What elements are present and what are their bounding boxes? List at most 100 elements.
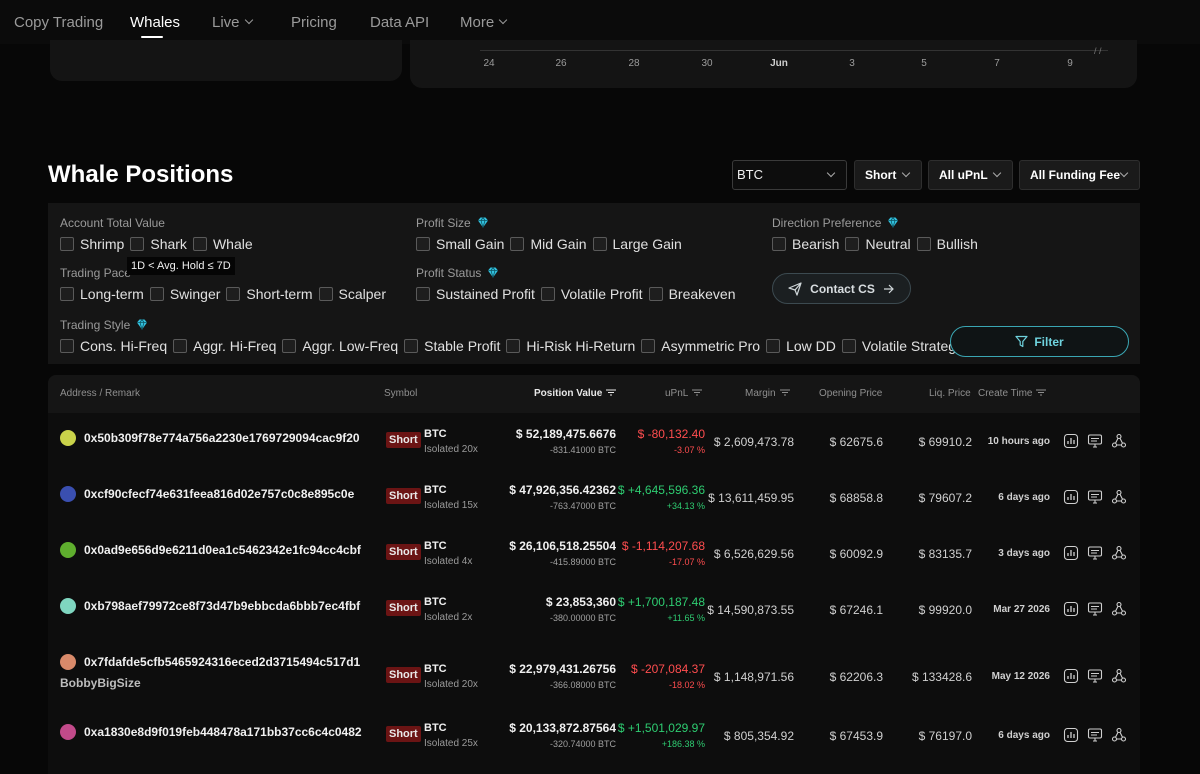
checkbox-mid-gain[interactable]: Mid Gain	[510, 236, 587, 252]
column-position-value[interactable]: Position Value	[534, 388, 617, 399]
checkbox-cons-hi-freq[interactable]: Cons. Hi-Freq	[60, 338, 167, 354]
chart-icon[interactable]	[1063, 433, 1079, 449]
nav-data-api[interactable]: Data API	[370, 14, 429, 31]
checkbox-stable-profit[interactable]: Stable Profit	[404, 338, 500, 354]
checkbox-aggr-hi-freq[interactable]: Aggr. Hi-Freq	[173, 338, 276, 354]
checkbox-volatile-profit[interactable]: Volatile Profit	[540, 286, 643, 302]
checkbox-box[interactable]	[506, 339, 521, 353]
table-row[interactable]: 0xb798aef79972ce8f73d47b9ebbcda6bbb7ec4f…	[48, 582, 1140, 638]
checkbox-low-dd[interactable]: Low DD	[766, 338, 836, 354]
chart-icon[interactable]	[1063, 727, 1079, 743]
checkbox-volatile-strategy[interactable]: Volatile Strategy	[841, 338, 963, 354]
wallet-address[interactable]: 0x0ad9e656d9e6211d0ea1c5462342e1fc94cc4c…	[84, 543, 361, 557]
checkbox-asymmetric-pro[interactable]: Asymmetric Pro	[641, 338, 760, 354]
chart-icon[interactable]	[1063, 489, 1079, 505]
checkbox-box[interactable]	[845, 237, 860, 251]
chevron-down-icon	[244, 15, 253, 25]
checkbox-box[interactable]	[282, 339, 297, 353]
chart-icon[interactable]	[1063, 668, 1079, 684]
share-icon[interactable]	[1111, 601, 1127, 617]
checkbox-box[interactable]	[60, 287, 74, 301]
checkbox-box[interactable]	[149, 287, 164, 301]
filter-button[interactable]: Filter	[950, 326, 1129, 357]
table-row[interactable]: 0x0ad9e656d9e6211d0ea1c5462342e1fc94cc4c…	[48, 526, 1140, 582]
checkbox-long-term[interactable]: Long-term	[60, 286, 144, 302]
checkbox-box[interactable]	[648, 287, 663, 301]
checkbox-sustained-profit[interactable]: Sustained Profit	[416, 286, 535, 302]
checkbox-box[interactable]	[641, 339, 656, 353]
checkbox-neutral[interactable]: Neutral	[845, 236, 911, 252]
nav-active-underline	[141, 36, 163, 38]
checkbox-box[interactable]	[416, 287, 430, 301]
opening-price: $ 68858.8	[829, 491, 883, 505]
checkbox-box[interactable]	[60, 339, 74, 353]
symbol-select[interactable]: BTC	[732, 160, 847, 190]
checkbox-shark[interactable]: Shark	[130, 236, 187, 252]
table-row[interactable]: 0x7fdafde5cfb5465924316eced2d3715494c517…	[48, 645, 1140, 701]
nav-live[interactable]: Live	[212, 14, 253, 31]
checkbox-shrimp[interactable]: Shrimp	[60, 236, 124, 252]
share-icon[interactable]	[1111, 489, 1127, 505]
monitor-icon[interactable]	[1087, 545, 1103, 561]
checkbox-breakeven[interactable]: Breakeven	[648, 286, 736, 302]
checkbox-large-gain[interactable]: Large Gain	[592, 236, 682, 252]
chart-icon[interactable]	[1063, 601, 1079, 617]
checkbox-small-gain[interactable]: Small Gain	[416, 236, 504, 252]
checkbox-aggr-low-freq[interactable]: Aggr. Low-Freq	[282, 338, 398, 354]
checkbox-box[interactable]	[173, 339, 188, 353]
monitor-icon[interactable]	[1087, 727, 1103, 743]
direction-select[interactable]: Short	[854, 160, 922, 190]
checkbox-label: Aggr. Hi-Freq	[193, 338, 277, 354]
checkbox-scalper[interactable]: Scalper	[318, 286, 386, 302]
checkbox-box[interactable]	[540, 287, 555, 301]
checkbox-box[interactable]	[766, 339, 781, 353]
share-icon[interactable]	[1111, 727, 1127, 743]
chart-icon[interactable]	[1063, 545, 1079, 561]
nav-more[interactable]: More	[460, 14, 508, 31]
monitor-icon[interactable]	[1087, 668, 1103, 684]
checkbox-box[interactable]	[772, 237, 786, 251]
table-row[interactable]: 0xa1830e8d9f019feb448478a171bb37cc6c4c04…	[48, 708, 1140, 764]
column-upnl[interactable]: uPnL	[665, 388, 703, 399]
checkbox-box[interactable]	[510, 237, 525, 251]
wallet-address[interactable]: 0x50b309f78e774a756a2230e1769729094cac9f…	[84, 431, 360, 445]
column-create-time[interactable]: Create Time	[978, 388, 1047, 399]
column-margin[interactable]: Margin	[745, 388, 790, 399]
wallet-address[interactable]: 0x7fdafde5cfb5465924316eced2d3715494c517…	[84, 655, 360, 669]
table-row[interactable]: 0x50b309f78e774a756a2230e1769729094cac9f…	[48, 414, 1140, 470]
wallet-address[interactable]: 0xcf90cfecf74e631feea816d02e757c0c8e895c…	[84, 487, 354, 501]
checkbox-box[interactable]	[192, 237, 207, 251]
monitor-icon[interactable]	[1087, 489, 1103, 505]
monitor-icon[interactable]	[1087, 601, 1103, 617]
checkbox-box[interactable]	[60, 237, 74, 251]
checkbox-bearish[interactable]: Bearish	[772, 236, 839, 252]
checkbox-whale[interactable]: Whale	[192, 236, 253, 252]
share-icon[interactable]	[1111, 433, 1127, 449]
checkbox-box[interactable]	[404, 339, 419, 353]
table-row[interactable]: 0xcf90cfecf74e631feea816d02e757c0c8e895c…	[48, 470, 1140, 526]
funding-fee-select[interactable]: All Funding Fee	[1019, 160, 1140, 190]
nav-whales[interactable]: Whales	[130, 14, 180, 31]
checkbox-hi-risk-hi-return[interactable]: Hi-Risk Hi-Return	[506, 338, 635, 354]
share-icon[interactable]	[1111, 545, 1127, 561]
upnl-value: $ +1,501,029.97	[617, 721, 705, 735]
checkbox-box[interactable]	[130, 237, 145, 251]
checkbox-bullish[interactable]: Bullish	[916, 236, 978, 252]
contact-cs-button[interactable]: Contact CS	[772, 273, 911, 304]
wallet-address[interactable]: 0xb798aef79972ce8f73d47b9ebbcda6bbb7ec4f…	[84, 599, 360, 613]
upnl-select[interactable]: All uPnL	[928, 160, 1013, 190]
nav-pricing[interactable]: Pricing	[291, 14, 337, 31]
wallet-address[interactable]: 0xa1830e8d9f019feb448478a171bb37cc6c4c04…	[84, 725, 362, 739]
nav-copy-trading[interactable]: Copy Trading	[14, 14, 103, 31]
checkbox-box[interactable]	[226, 287, 241, 301]
create-time: Mar 27 2026	[993, 604, 1050, 615]
checkbox-swinger[interactable]: Swinger	[149, 286, 220, 302]
checkbox-box[interactable]	[592, 237, 607, 251]
checkbox-box[interactable]	[916, 237, 931, 251]
checkbox-box[interactable]	[416, 237, 430, 251]
share-icon[interactable]	[1111, 668, 1127, 684]
checkbox-box[interactable]	[841, 339, 856, 353]
checkbox-short-term[interactable]: Short-term	[226, 286, 313, 302]
monitor-icon[interactable]	[1087, 433, 1103, 449]
checkbox-box[interactable]	[318, 287, 333, 301]
